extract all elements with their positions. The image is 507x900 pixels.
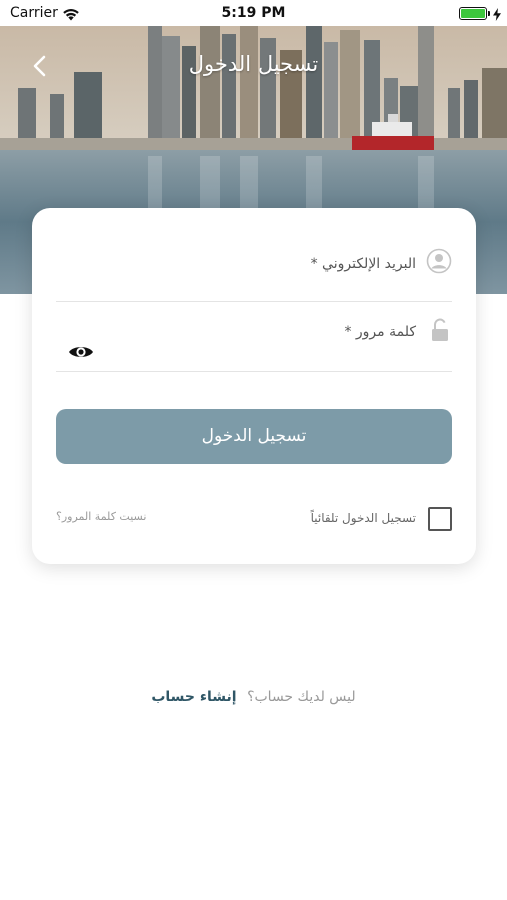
password-label: كلمة مرور * xyxy=(344,324,416,340)
password-field[interactable]: كلمة مرور * xyxy=(56,314,452,372)
user-circle-icon xyxy=(426,248,452,278)
battery-tip xyxy=(488,11,490,16)
eye-icon[interactable] xyxy=(68,344,94,364)
signup-row: ليس لديك حساب؟ إنشاء حساب xyxy=(0,689,507,705)
login-card: البريد الإلكتروني * كلمة مرور * تسجيل ال… xyxy=(32,208,476,564)
forgot-password-link[interactable]: نسيت كلمة المرور؟ xyxy=(56,510,146,523)
signup-prompt: ليس لديك حساب؟ xyxy=(247,689,356,705)
email-field[interactable]: البريد الإلكتروني * xyxy=(56,244,452,302)
charging-icon xyxy=(493,6,501,25)
battery-icon xyxy=(459,7,487,20)
signup-link[interactable]: إنشاء حساب xyxy=(151,689,236,705)
remember-me-label: تسجيل الدخول تلقائياً xyxy=(310,511,416,525)
login-button[interactable]: تسجيل الدخول xyxy=(56,409,452,464)
page-title: تسجيل الدخول xyxy=(188,52,319,76)
unlock-icon xyxy=(430,318,450,346)
clock: 5:19 PM xyxy=(221,5,286,21)
email-label: البريد الإلكتروني * xyxy=(310,256,416,272)
remember-me-checkbox[interactable] xyxy=(428,507,452,531)
status-bar: Carrier 5:19 PM xyxy=(0,0,507,26)
